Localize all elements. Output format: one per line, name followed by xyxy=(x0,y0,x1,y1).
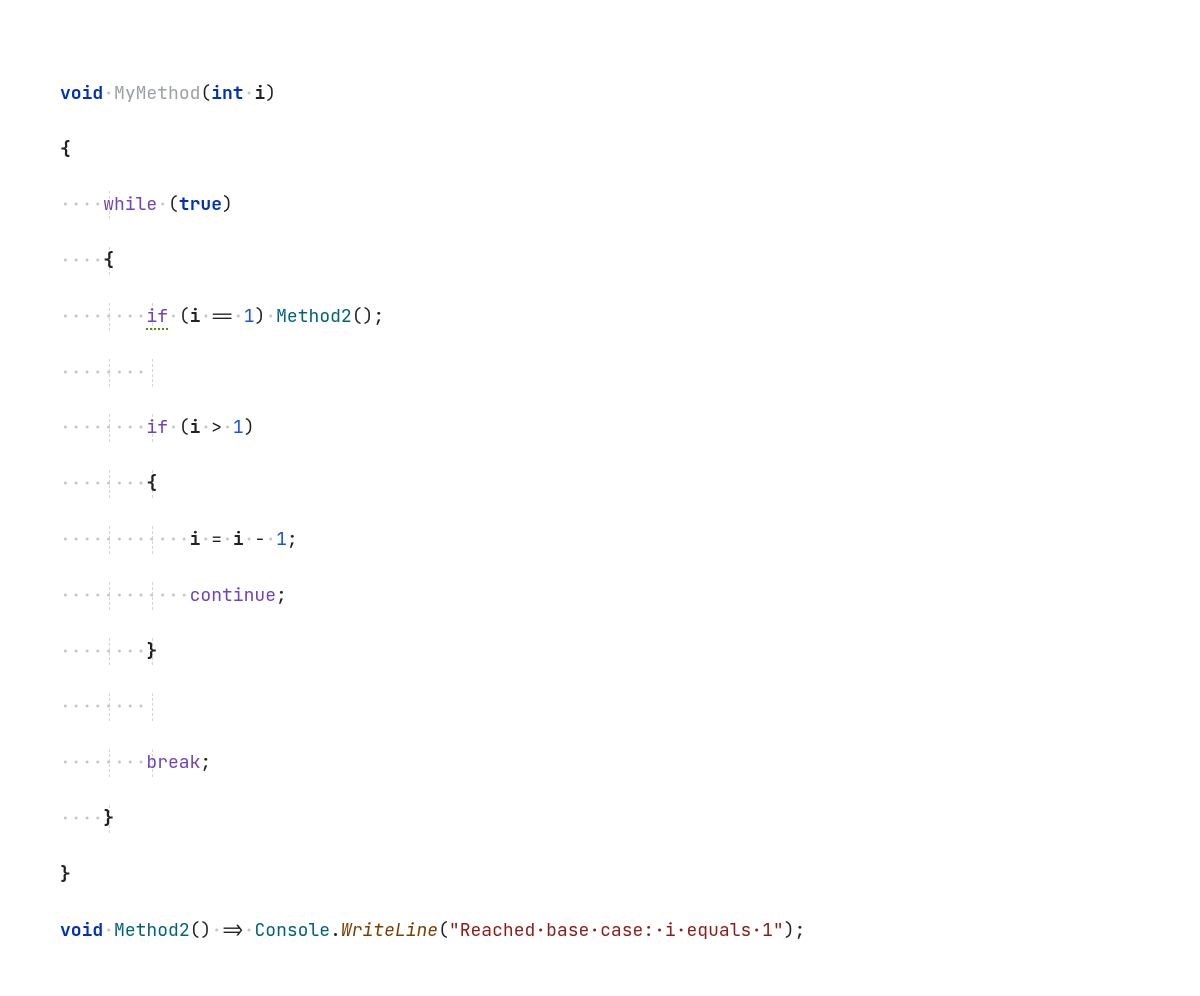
keyword-void: void xyxy=(60,82,103,105)
param-i: i xyxy=(254,82,265,105)
code-line: } xyxy=(60,861,1140,889)
brace-close: } xyxy=(60,863,71,886)
var-i: i xyxy=(190,528,201,551)
operator-eq: == xyxy=(211,305,233,328)
keyword-if: if xyxy=(146,305,168,330)
keyword-while: while xyxy=(103,193,157,216)
class-console: Console xyxy=(254,919,330,942)
code-line: ····{ xyxy=(60,247,1140,275)
method-writeline: WriteLine xyxy=(341,919,438,942)
code-block: void·MyMethod(int·i) { ····while·(true) … xyxy=(60,24,1140,972)
brace-open: { xyxy=(146,472,157,495)
operator-gt: > xyxy=(211,416,222,439)
brace-open: { xyxy=(103,249,114,272)
var-i: i xyxy=(190,305,201,328)
number-literal: 1 xyxy=(244,305,255,328)
code-line: ········{ xyxy=(60,470,1140,498)
number-literal: 1 xyxy=(233,416,244,439)
code-line: { xyxy=(60,136,1140,164)
code-line: ····while·(true) xyxy=(60,191,1140,219)
operator-minus: - xyxy=(254,528,265,551)
code-line: ············continue; xyxy=(60,582,1140,610)
code-line: ········ xyxy=(60,693,1140,721)
brace-open: { xyxy=(60,138,71,161)
keyword-if: if xyxy=(146,416,168,439)
brace-close: } xyxy=(103,807,114,830)
code-line: ········ xyxy=(60,359,1140,387)
string-literal: "Reached·base·case:·i·equals·1" xyxy=(449,919,784,942)
operator-arrow: => xyxy=(222,919,244,942)
code-line: ········} xyxy=(60,638,1140,666)
code-line: ········if·(i·>·1) xyxy=(60,414,1140,442)
keyword-break: break xyxy=(146,751,200,774)
code-line: ········if·(i·==·1)·Method2(); xyxy=(60,303,1140,331)
method-call: Method2 xyxy=(276,305,352,328)
var-i: i xyxy=(190,416,201,439)
code-line: ············i·=·i·-·1; xyxy=(60,526,1140,554)
keyword-int: int xyxy=(211,82,243,105)
code-line: ····} xyxy=(60,805,1140,833)
code-line: void·Method2()·=>·Console.WriteLine("Rea… xyxy=(60,917,1140,945)
code-line: void·MyMethod(int·i) xyxy=(60,80,1140,108)
method-name: MyMethod xyxy=(114,82,200,105)
keyword-void: void xyxy=(60,919,103,942)
keyword-continue: continue xyxy=(190,584,276,607)
code-line: ········break; xyxy=(60,749,1140,777)
keyword-true: true xyxy=(179,193,222,216)
operator-assign: = xyxy=(211,528,222,551)
method-name: Method2 xyxy=(114,919,190,942)
var-i: i xyxy=(233,528,244,551)
number-literal: 1 xyxy=(276,528,287,551)
brace-close: } xyxy=(146,640,157,663)
